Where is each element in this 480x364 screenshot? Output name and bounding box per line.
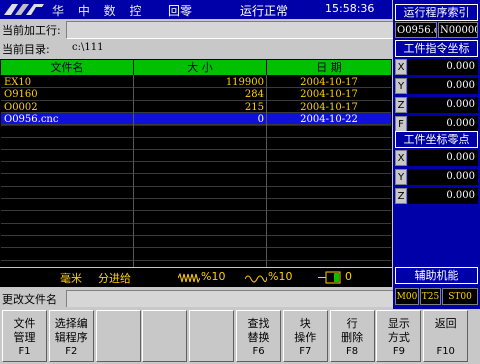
column-header-size: 大 小: [134, 60, 266, 75]
axis-label: Y: [395, 169, 407, 185]
coord-row-z: Z 0.000: [395, 97, 478, 113]
column-header-name: 文件名: [1, 60, 133, 75]
function-key-label: 删除: [341, 331, 364, 344]
aux-st-code: ST00: [442, 288, 478, 305]
hnc-logo-icon: [2, 1, 46, 18]
function-key-code: F6: [252, 346, 265, 357]
axis-value: 0.000: [408, 59, 478, 75]
coord-row-x: X 0.000: [395, 150, 478, 166]
title-bar: 华 中 数 控 回零 运行正常 15:58:36: [0, 0, 392, 19]
function-key-f8[interactable]: 行删除 F8: [329, 310, 375, 362]
function-key-label: 替换: [247, 331, 270, 344]
current-dir-path: c:\111: [72, 42, 104, 53]
current-line-field: [66, 21, 393, 39]
rapid-override-icon: [245, 275, 267, 283]
function-key-label: 管理: [13, 331, 36, 344]
axis-value: 0.000: [408, 97, 478, 113]
current-line-label: 当前加工行:: [2, 24, 61, 37]
feed-mode-label: 分进给: [98, 272, 131, 285]
coord-row-f: F 0.000: [395, 116, 478, 132]
function-key-code: F8: [346, 346, 359, 357]
clock-label: 15:58:36: [325, 2, 375, 15]
program-line-field: N00000: [438, 22, 478, 38]
coord-row-y: Y 0.000: [395, 78, 478, 94]
aux-m-code: M00: [395, 288, 419, 305]
function-key-label: 返回: [434, 317, 457, 330]
function-key-f2[interactable]: 选择编 辑程序 F2: [48, 310, 94, 362]
coord-row-x: X 0.000: [395, 59, 478, 75]
rename-label: 更改文件名: [2, 293, 57, 306]
function-key-f9[interactable]: 显示 方式 F9: [376, 310, 422, 362]
command-coord-title: 工件指令坐标: [395, 40, 478, 57]
axis-label: X: [395, 150, 407, 166]
function-key-label: 方式: [387, 331, 410, 344]
column-header-date: 日 期: [267, 60, 391, 75]
file-table: 文件名 大 小 日 期 EX10 119900 2004-10-17 O9160 284…: [0, 59, 392, 286]
function-key-bar: 文件 管理 F1 选择编 辑程序 F2 查找 替换 F6 块操作 F7 行删除 F8 显示 方式 F9 返回 F1…: [0, 310, 480, 364]
column-divider: [133, 75, 134, 267]
function-key-code: F9: [392, 346, 405, 357]
axis-label: X: [395, 59, 407, 75]
run-state-label: 运行正常: [240, 4, 289, 18]
axis-value: 0.000: [408, 78, 478, 94]
function-key-empty: [142, 310, 188, 362]
function-key-f7[interactable]: 块操作 F7: [282, 310, 328, 362]
function-key-code: F7: [299, 346, 312, 357]
rename-row: 更改文件名: [0, 289, 393, 307]
status-line: 毫米 分进给 %10 %10 0: [0, 268, 392, 287]
axis-label: F: [395, 116, 407, 132]
axis-label: Z: [395, 97, 407, 113]
aux-function-title: 辅助机能: [395, 267, 478, 284]
function-key-label: 辑程序: [54, 331, 88, 344]
function-key-f1[interactable]: 文件 管理 F1: [2, 310, 47, 362]
unit-label: 毫米: [60, 272, 82, 285]
program-name-field: O0956.c: [395, 22, 437, 38]
feed-override-value: %10: [201, 270, 226, 283]
function-key-code: F1: [18, 346, 31, 357]
coord-row-z: Z 0.000: [395, 188, 478, 204]
aux-t-code: T25: [420, 288, 441, 305]
current-line-row: 当前加工行:: [0, 20, 393, 39]
zero-coord-title: 工件坐标零点: [395, 131, 478, 148]
axis-value: 0.000: [408, 188, 478, 204]
function-key-code: F10: [436, 346, 455, 357]
function-key-f10[interactable]: 返回 F10: [423, 310, 469, 362]
brand-label: 华 中 数 控: [52, 4, 147, 18]
function-key-empty: [189, 310, 235, 362]
current-dir-label: 当前目录:: [2, 43, 50, 56]
rename-input[interactable]: [66, 290, 393, 307]
program-index-title: 运行程序索引: [395, 4, 478, 21]
spindle-override-icon: [318, 271, 341, 284]
function-key-empty: [95, 310, 141, 362]
axis-value: 0.000: [408, 169, 478, 185]
axis-label: Y: [395, 78, 407, 94]
feed-override-icon: [178, 273, 200, 283]
rapid-override-value: %10: [268, 270, 293, 283]
column-divider: [266, 75, 267, 267]
coord-row-y: Y 0.000: [395, 169, 478, 185]
current-dir-row: 当前目录: c:\111: [0, 40, 392, 57]
function-key-code: F2: [65, 346, 78, 357]
axis-label: Z: [395, 188, 407, 204]
spindle-override-value: 0: [345, 270, 352, 283]
function-key-f6[interactable]: 查找 替换 F6: [236, 310, 281, 362]
right-panel: 运行程序索引 O0956.c N00000 工件指令坐标 X 0.000 Y 0.00…: [393, 0, 480, 309]
axis-value: 0.000: [408, 150, 478, 166]
axis-value: 0.000: [408, 116, 478, 132]
mode-label: 回零: [168, 4, 193, 18]
function-key-label: 操作: [294, 331, 317, 344]
